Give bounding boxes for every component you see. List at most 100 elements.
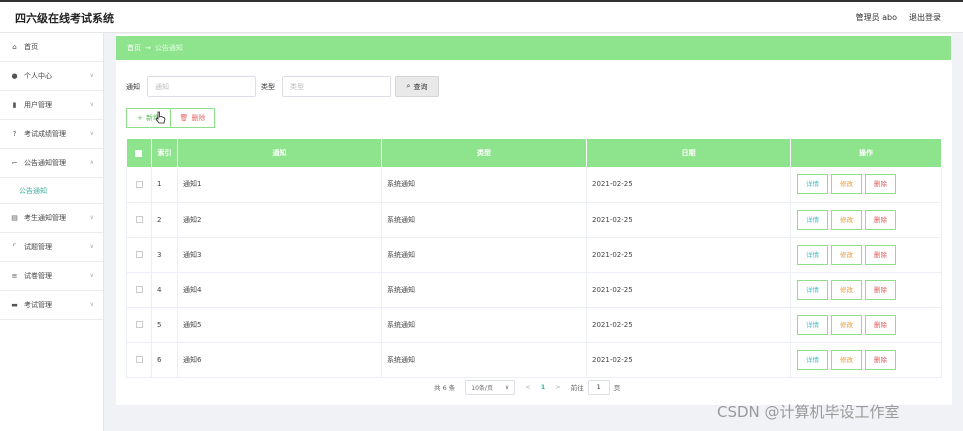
row-checkbox[interactable] [135, 251, 143, 258]
announcement-table: 索引 通知 类型 日期 操作 1 通知1 系统通知 2021-02-25 详情 修改 删除 2… [126, 139, 942, 378]
sidebar-item-student-notices[interactable]: ▤ 考生通知管理 ∨ [0, 204, 103, 233]
detail-button[interactable]: 详情 [797, 174, 828, 195]
list-icon: ▤ [11, 214, 18, 222]
sidebar-item-questions[interactable]: ⌜ 试题管理 ∨ [0, 233, 103, 262]
top-bar-right: 管理员 abo 退出登录 [856, 12, 941, 23]
sidebar-subitem-announcement[interactable]: 公告通知 [0, 178, 103, 204]
sidebar-item-profile[interactable]: ● 个人中心 ∨ [0, 62, 103, 91]
system-title: 四六级在线考试系统 [15, 12, 114, 25]
cell-date: 2021-02-25 [586, 237, 791, 273]
sidebar-item-exams[interactable]: ▬ 考试管理 ∨ [0, 291, 103, 320]
detail-button[interactable]: 详情 [797, 314, 828, 335]
cell-actions: 详情 修改 删除 [790, 202, 942, 238]
help-circle-icon: ? [12, 130, 17, 138]
remove-button[interactable]: 删除 [865, 174, 896, 195]
detail-button[interactable]: 详情 [797, 279, 828, 300]
row-select-cell [126, 237, 152, 273]
logout-link[interactable]: 退出登录 [909, 12, 941, 23]
scan-icon: ⌜ [12, 243, 17, 251]
edit-button[interactable]: 修改 [831, 314, 862, 335]
select-all-cell [126, 139, 152, 167]
notice-label: 通知 [126, 82, 140, 91]
edit-button[interactable]: 修改 [831, 209, 862, 230]
cell-notice: 通知1 [177, 167, 382, 203]
next-page-button[interactable]: > [555, 383, 560, 391]
detail-button[interactable]: 详情 [797, 244, 828, 265]
page-number-current[interactable]: 1 [541, 383, 546, 391]
edit-button[interactable]: 修改 [831, 174, 862, 195]
table-row: 2 通知2 系统通知 2021-02-25 详情 修改 删除 [126, 202, 942, 238]
goto-page-input[interactable] [587, 379, 610, 395]
remove-button[interactable]: 删除 [865, 209, 896, 230]
cell-type: 系统通知 [381, 202, 587, 238]
page-size-value: 10条/页 [471, 384, 493, 392]
column-header-type: 类型 [381, 139, 587, 167]
sidebar-item-users[interactable]: ▮ 用户管理 ∨ [0, 91, 103, 120]
hand-cursor-icon [155, 111, 166, 124]
column-header-date: 日期 [586, 139, 791, 167]
cell-date: 2021-02-25 [586, 307, 791, 343]
sidebar-item-papers[interactable]: ≡ 试卷管理 ∨ [0, 262, 103, 291]
cell-date: 2021-02-25 [586, 202, 791, 238]
query-button[interactable]: ⌕ 查询 [395, 76, 439, 97]
delete-button[interactable]: 🗑 删除 [171, 108, 215, 128]
plus-icon: + [137, 114, 143, 122]
row-checkbox[interactable] [135, 286, 143, 293]
row-select-cell [126, 272, 152, 308]
remove-button[interactable]: 删除 [865, 314, 896, 335]
search-row: 通知 类型 ⌕ 查询 [126, 76, 439, 97]
cell-index: 2 [151, 202, 178, 238]
sidebar-item-label: 考试管理 [24, 301, 52, 309]
trash-icon: 🗑 [179, 114, 189, 122]
table-body: 1 通知1 系统通知 2021-02-25 详情 修改 删除 2 通知2 系统通知 2021-02-… [126, 167, 942, 378]
edit-button[interactable]: 修改 [831, 244, 862, 265]
page-size-select[interactable]: 10条/页 ∨ [465, 379, 516, 395]
sidebar-item-scores[interactable]: ? 考试成绩管理 ∨ [0, 120, 103, 149]
edit-button[interactable]: 修改 [831, 279, 862, 300]
edit-button[interactable]: 修改 [831, 349, 862, 370]
cell-index: 4 [151, 272, 178, 308]
chevron-down-icon: ∨ [89, 130, 94, 137]
cell-actions: 详情 修改 删除 [790, 342, 942, 378]
row-checkbox[interactable] [135, 321, 143, 328]
cell-index: 6 [151, 342, 178, 378]
page-unit-label: 页 [613, 384, 621, 392]
row-checkbox[interactable] [135, 356, 143, 363]
notice-search-input[interactable] [147, 76, 256, 97]
chevron-down-icon: ∨ [89, 272, 94, 279]
row-checkbox[interactable] [135, 180, 143, 188]
select-all-checkbox[interactable] [135, 149, 143, 157]
remove-button[interactable]: 删除 [865, 349, 896, 370]
sidebar-item-label: 试题管理 [24, 243, 52, 251]
sidebar-item-announcements[interactable]: ⌐ 公告通知管理 ∧ [0, 149, 103, 178]
prev-page-button[interactable]: < [525, 383, 530, 391]
app-root: 四六级在线考试系统 管理员 abo 退出登录 ⌂ 首页 ● 个人中心 ∨ ▮ 用… [0, 0, 963, 431]
type-search-input[interactable] [282, 76, 391, 97]
chevron-down-icon: ∨ [89, 214, 94, 221]
cell-notice: 通知5 [177, 307, 382, 343]
column-header-actions: 操作 [790, 139, 942, 167]
cell-date: 2021-02-25 [586, 342, 791, 378]
sidebar-item-label: 首页 [24, 43, 38, 51]
remove-button[interactable]: 删除 [865, 279, 896, 300]
cell-index: 1 [151, 167, 178, 203]
chevron-down-icon: ∨ [89, 301, 94, 308]
breadcrumb-home[interactable]: 首页 [127, 43, 141, 53]
type-label: 类型 [261, 82, 275, 91]
remove-button[interactable]: 删除 [865, 244, 896, 265]
breadcrumb: 首页 → 公告通知 [116, 36, 951, 60]
row-checkbox[interactable] [135, 216, 143, 223]
cell-type: 系统通知 [381, 342, 587, 378]
sidebar-item-home[interactable]: ⌂ 首页 [0, 33, 103, 62]
column-header-index: 索引 [151, 139, 178, 167]
chart-icon: ▮ [12, 101, 17, 109]
table-header-row: 索引 通知 类型 日期 操作 [126, 139, 942, 167]
sidebar-item-label: 考试成绩管理 [24, 130, 66, 138]
cell-type: 系统通知 [381, 237, 587, 273]
delete-button-label: 删除 [191, 114, 206, 122]
query-button-label: 查询 [413, 82, 428, 91]
home-icon: ⌂ [12, 43, 17, 51]
detail-button[interactable]: 详情 [797, 349, 828, 370]
detail-button[interactable]: 详情 [797, 209, 828, 230]
cell-index: 5 [151, 307, 178, 343]
